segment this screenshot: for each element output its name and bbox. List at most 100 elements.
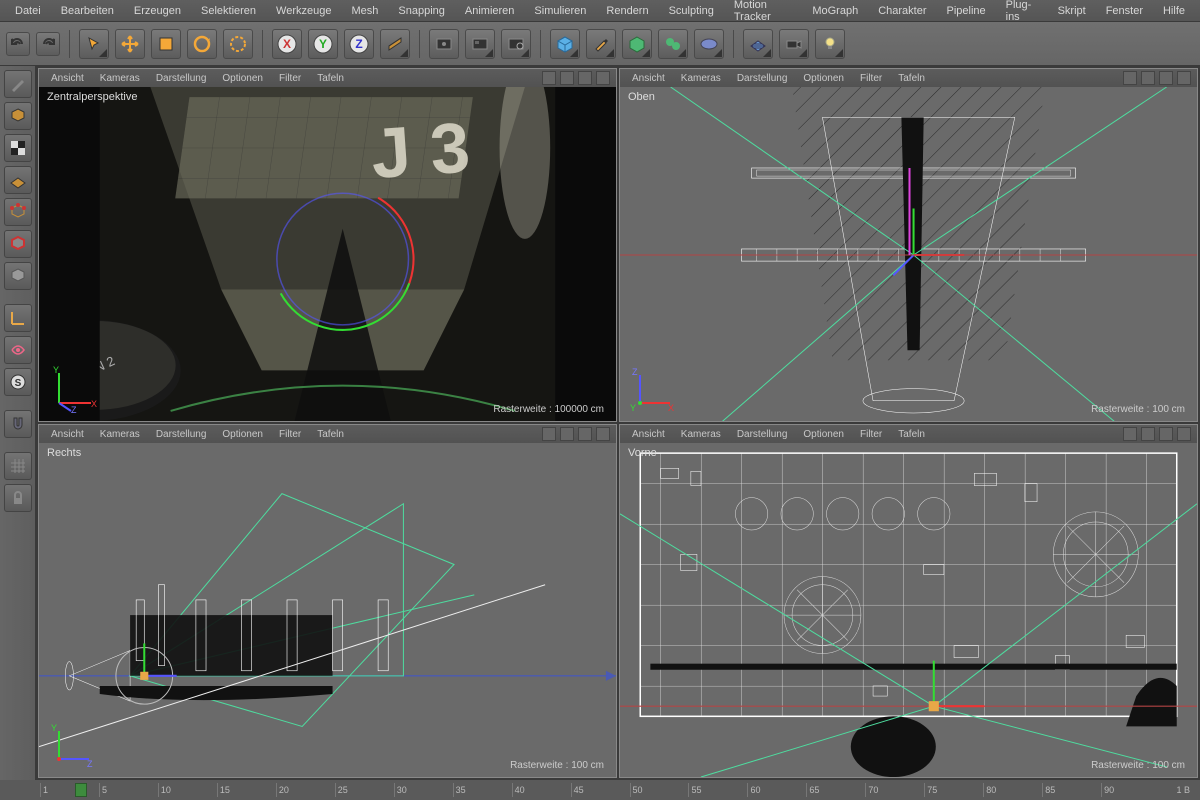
vp-nav-icon[interactable] bbox=[1177, 71, 1191, 85]
menu-pipeline[interactable]: Pipeline bbox=[937, 2, 994, 20]
vp-nav-icon[interactable] bbox=[542, 71, 556, 85]
render-view-button[interactable] bbox=[429, 29, 459, 59]
vp-nav-icon[interactable] bbox=[596, 427, 610, 441]
render-settings-button[interactable] bbox=[501, 29, 531, 59]
menu-mograph[interactable]: MoGraph bbox=[803, 2, 867, 20]
vp-menu-darstellung[interactable]: Darstellung bbox=[731, 428, 794, 441]
grid-snap-button[interactable] bbox=[4, 452, 32, 480]
vp-nav-icon[interactable] bbox=[560, 71, 574, 85]
menu-skript[interactable]: Skript bbox=[1049, 2, 1095, 20]
viewport-perspective[interactable]: Ansicht Kameras Darstellung Optionen Fil… bbox=[38, 68, 617, 422]
vp-nav-icon[interactable] bbox=[560, 427, 574, 441]
coord-system-button[interactable] bbox=[380, 29, 410, 59]
move-tool[interactable] bbox=[115, 29, 145, 59]
last-tool[interactable] bbox=[223, 29, 253, 59]
vp-menu-tafeln[interactable]: Tafeln bbox=[311, 428, 350, 441]
menu-mesh[interactable]: Mesh bbox=[342, 2, 387, 20]
vp-menu-kameras[interactable]: Kameras bbox=[675, 428, 727, 441]
timeline[interactable]: 1 5 10 15 20 25 30 35 40 45 50 55 60 65 … bbox=[0, 780, 1200, 800]
vp-nav-icon[interactable] bbox=[1141, 71, 1155, 85]
timeline-playhead[interactable] bbox=[75, 783, 87, 797]
vp-menu-kameras[interactable]: Kameras bbox=[675, 72, 727, 85]
rotate-tool[interactable] bbox=[187, 29, 217, 59]
menu-simulieren[interactable]: Simulieren bbox=[525, 2, 595, 20]
vp-menu-tafeln[interactable]: Tafeln bbox=[892, 72, 931, 85]
z-axis-button[interactable]: Z bbox=[344, 29, 374, 59]
menu-charakter[interactable]: Charakter bbox=[869, 2, 935, 20]
magnet-button[interactable] bbox=[4, 410, 32, 438]
viewport-top[interactable]: Ansicht Kameras Darstellung Optionen Fil… bbox=[619, 68, 1198, 422]
axis-button[interactable] bbox=[4, 304, 32, 332]
vp-nav-icon[interactable] bbox=[578, 71, 592, 85]
vp-menu-kameras[interactable]: Kameras bbox=[94, 72, 146, 85]
vp-menu-darstellung[interactable]: Darstellung bbox=[150, 428, 213, 441]
spline-pen-button[interactable] bbox=[586, 29, 616, 59]
floor-button[interactable] bbox=[743, 29, 773, 59]
vp-menu-ansicht[interactable]: Ansicht bbox=[45, 428, 90, 441]
texture-mode-button[interactable] bbox=[4, 134, 32, 162]
edge-mode-button[interactable] bbox=[4, 230, 32, 258]
vp-menu-filter[interactable]: Filter bbox=[854, 72, 888, 85]
vp-menu-tafeln[interactable]: Tafeln bbox=[892, 428, 931, 441]
vp-nav-icon[interactable] bbox=[542, 427, 556, 441]
vp-menu-optionen[interactable]: Optionen bbox=[797, 72, 850, 85]
viewport-right[interactable]: Ansicht Kameras Darstellung Optionen Fil… bbox=[38, 424, 617, 778]
deformer-button[interactable] bbox=[658, 29, 688, 59]
scale-tool[interactable] bbox=[151, 29, 181, 59]
workplane-button[interactable] bbox=[4, 166, 32, 194]
redo-button[interactable] bbox=[36, 32, 60, 56]
render-picture-button[interactable] bbox=[465, 29, 495, 59]
camera-button[interactable] bbox=[779, 29, 809, 59]
menu-datei[interactable]: Datei bbox=[6, 2, 50, 20]
vp-menu-optionen[interactable]: Optionen bbox=[216, 72, 269, 85]
vp-nav-icon[interactable] bbox=[1159, 427, 1173, 441]
menu-plugins[interactable]: Plug-ins bbox=[997, 0, 1047, 26]
menu-hilfe[interactable]: Hilfe bbox=[1154, 2, 1194, 20]
vp-menu-filter[interactable]: Filter bbox=[854, 428, 888, 441]
vp-menu-kameras[interactable]: Kameras bbox=[94, 428, 146, 441]
model-mode-button[interactable] bbox=[4, 102, 32, 130]
vp-menu-ansicht[interactable]: Ansicht bbox=[626, 428, 671, 441]
vp-nav-icon[interactable] bbox=[596, 71, 610, 85]
vp-menu-optionen[interactable]: Optionen bbox=[797, 428, 850, 441]
vp-menu-optionen[interactable]: Optionen bbox=[216, 428, 269, 441]
vp-nav-icon[interactable] bbox=[1141, 427, 1155, 441]
select-tool[interactable] bbox=[79, 29, 109, 59]
menu-rendern[interactable]: Rendern bbox=[597, 2, 657, 20]
y-axis-button[interactable]: Y bbox=[308, 29, 338, 59]
menu-motiontracker[interactable]: Motion Tracker bbox=[725, 0, 801, 26]
vp-nav-icon[interactable] bbox=[1159, 71, 1173, 85]
vp-nav-icon[interactable] bbox=[578, 427, 592, 441]
menu-sculpting[interactable]: Sculpting bbox=[660, 2, 723, 20]
vp-nav-icon[interactable] bbox=[1123, 427, 1137, 441]
menu-animieren[interactable]: Animieren bbox=[456, 2, 524, 20]
vp-menu-darstellung[interactable]: Darstellung bbox=[731, 72, 794, 85]
snap-toggle-button[interactable]: S bbox=[4, 368, 32, 396]
generator-button[interactable] bbox=[622, 29, 652, 59]
menu-erzeugen[interactable]: Erzeugen bbox=[125, 2, 190, 20]
vp-menu-ansicht[interactable]: Ansicht bbox=[45, 72, 90, 85]
primitive-cube-button[interactable] bbox=[550, 29, 580, 59]
undo-button[interactable] bbox=[6, 32, 30, 56]
vp-menu-darstellung[interactable]: Darstellung bbox=[150, 72, 213, 85]
vp-menu-filter[interactable]: Filter bbox=[273, 72, 307, 85]
menu-selektieren[interactable]: Selektieren bbox=[192, 2, 265, 20]
point-mode-button[interactable] bbox=[4, 198, 32, 226]
environment-button[interactable] bbox=[694, 29, 724, 59]
polygon-mode-button[interactable] bbox=[4, 262, 32, 290]
viewport-front[interactable]: Ansicht Kameras Darstellung Optionen Fil… bbox=[619, 424, 1198, 778]
menu-bearbeiten[interactable]: Bearbeiten bbox=[52, 2, 123, 20]
vp-menu-filter[interactable]: Filter bbox=[273, 428, 307, 441]
vp-nav-icon[interactable] bbox=[1177, 427, 1191, 441]
make-editable-button[interactable] bbox=[4, 70, 32, 98]
viewport-solo-button[interactable] bbox=[4, 336, 32, 364]
menu-snapping[interactable]: Snapping bbox=[389, 2, 454, 20]
vp-nav-icon[interactable] bbox=[1123, 71, 1137, 85]
menu-werkzeuge[interactable]: Werkzeuge bbox=[267, 2, 340, 20]
lock-button[interactable] bbox=[4, 484, 32, 512]
menu-fenster[interactable]: Fenster bbox=[1097, 2, 1152, 20]
light-button[interactable] bbox=[815, 29, 845, 59]
vp-menu-ansicht[interactable]: Ansicht bbox=[626, 72, 671, 85]
vp-menu-tafeln[interactable]: Tafeln bbox=[311, 72, 350, 85]
x-axis-button[interactable]: X bbox=[272, 29, 302, 59]
